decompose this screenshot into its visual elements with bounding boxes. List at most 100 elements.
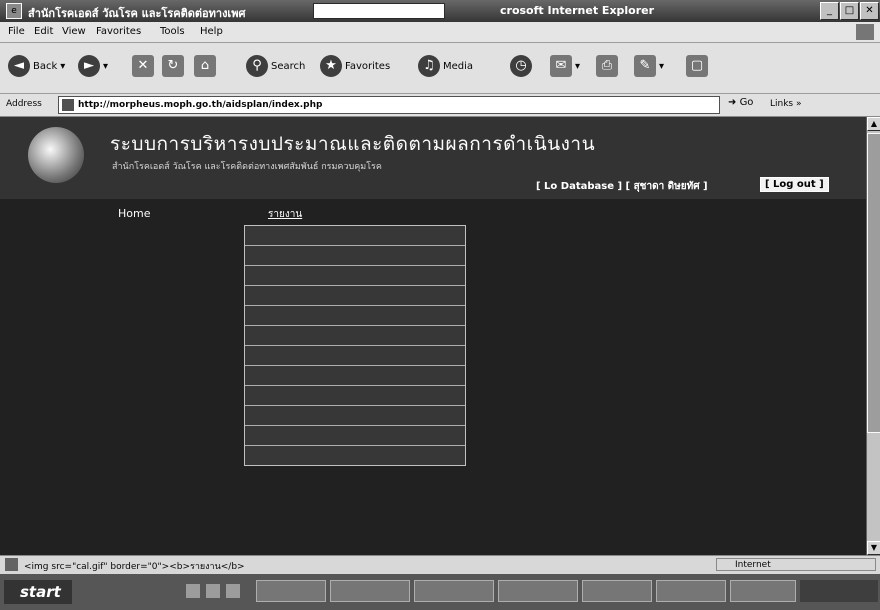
menu-item[interactable] [245, 266, 465, 286]
report-dropdown-menu [244, 225, 466, 466]
scroll-down-icon[interactable]: ▼ [867, 541, 880, 555]
media-icon: ♫ [418, 55, 440, 77]
edit-icon: ✎ [634, 55, 656, 77]
discuss-button[interactable]: ▢ [686, 51, 708, 81]
status-bar: <img src="cal.gif" border="0"><b>รายงาน<… [0, 555, 880, 574]
menu-help[interactable]: Help [200, 26, 223, 37]
toolbar: ◄ Back ▾ ► ▾ ✕ ↻ ⌂ ⚲ Search ★ Favorites … [0, 43, 880, 94]
forward-arrow-icon: ► [78, 55, 100, 77]
menu-item[interactable] [245, 326, 465, 346]
history-button[interactable]: ◷ [510, 51, 532, 81]
chevron-down-icon: ▾ [103, 60, 109, 72]
taskbar-button[interactable] [498, 580, 578, 602]
stop-icon: ✕ [132, 55, 154, 77]
mail-icon: ✉ [550, 55, 572, 77]
page-viewport: ระบบการบริหารงบประมาณและติดตามผลการดำเนิ… [0, 117, 866, 555]
favorites-button[interactable]: ★ Favorites [320, 51, 390, 81]
menu-edit[interactable]: Edit [34, 26, 53, 37]
mail-button[interactable]: ✉ ▾ [550, 51, 580, 81]
close-button[interactable]: ✕ [860, 2, 879, 20]
search-button[interactable]: ⚲ Search [246, 51, 305, 81]
refresh-button[interactable]: ↻ [162, 51, 184, 81]
refresh-icon: ↻ [162, 55, 184, 77]
menu-favorites[interactable]: Favorites [96, 26, 141, 37]
go-label: Go [739, 97, 754, 108]
chevron-down-icon: ▾ [60, 60, 66, 72]
links-label: Links [770, 99, 794, 109]
vertical-scrollbar[interactable]: ▲ ▼ [866, 117, 880, 555]
menu-item[interactable] [245, 366, 465, 386]
menu-file[interactable]: File [8, 26, 25, 37]
menu-bar: File Edit View Favorites Tools Help [0, 22, 880, 43]
page-status-icon [5, 558, 18, 571]
minimize-button[interactable]: _ [820, 2, 839, 20]
taskbar-button[interactable] [656, 580, 726, 602]
page-title: ระบบการบริหารงบประมาณและติดตามผลการดำเนิ… [110, 133, 596, 155]
logout-link[interactable]: [ Log out ] [760, 177, 829, 192]
address-input[interactable]: http://morpheus.moph.go.th/aidsplan/inde… [58, 96, 720, 114]
windows-logo-icon [856, 24, 874, 40]
nav-report-link[interactable]: รายงาน [268, 207, 302, 222]
site-logo [28, 127, 84, 183]
chevron-down-icon: ▾ [575, 60, 581, 72]
forward-button[interactable]: ► ▾ [78, 51, 108, 81]
page-subtitle: สำนักโรคเอดส์ วัณโรค และโรคติดต่อทางเพศส… [112, 162, 382, 172]
taskbar: start [0, 574, 880, 610]
back-button[interactable]: ◄ Back ▾ [8, 51, 65, 81]
search-label: Search [271, 60, 306, 72]
menu-item[interactable] [245, 246, 465, 266]
maximize-button[interactable]: □ [840, 2, 859, 20]
star-icon: ★ [320, 55, 342, 77]
user-info[interactable]: [ Lo Database ] [ สุชาดา ดิษยทัศ ] [536, 179, 708, 194]
quicklaunch-icon[interactable] [206, 584, 220, 598]
status-text: <img src="cal.gif" border="0"><b>รายงาน<… [24, 562, 245, 572]
taskbar-button[interactable] [730, 580, 796, 602]
title-overlay-box [313, 3, 445, 19]
media-label: Media [443, 60, 474, 72]
stop-button[interactable]: ✕ [132, 51, 154, 81]
zone-label: Internet [735, 560, 771, 570]
menu-item[interactable] [245, 226, 465, 246]
start-button[interactable]: start [4, 580, 72, 604]
menu-tools[interactable]: Tools [160, 26, 185, 37]
title-bar: e สำนักโรคเอดส์ วัณโรค และโรคติดต่อทางเพ… [0, 0, 880, 22]
back-label: Back [33, 60, 58, 72]
menu-item[interactable] [245, 306, 465, 326]
search-icon: ⚲ [246, 55, 268, 77]
back-arrow-icon: ◄ [8, 55, 30, 77]
favorites-label: Favorites [345, 60, 391, 72]
home-button[interactable]: ⌂ [194, 51, 216, 81]
printer-icon: ⎙ [596, 55, 618, 77]
home-icon: ⌂ [194, 55, 216, 77]
menu-item[interactable] [245, 286, 465, 306]
security-zone: Internet [716, 558, 876, 571]
quicklaunch-icon[interactable] [226, 584, 240, 598]
window-title-suffix: crosoft Internet Explorer [500, 4, 655, 17]
menu-item[interactable] [245, 386, 465, 406]
quicklaunch-icon[interactable] [186, 584, 200, 598]
menu-item[interactable] [245, 426, 465, 446]
nav-home-link[interactable]: Home [118, 207, 150, 220]
taskbar-button[interactable] [582, 580, 652, 602]
scroll-up-icon[interactable]: ▲ [867, 117, 880, 131]
menu-item[interactable] [245, 446, 465, 465]
address-url: http://morpheus.moph.go.th/aidsplan/inde… [78, 100, 323, 110]
window-title: สำนักโรคเอดส์ วัณโรค และโรคติดต่อทางเพศ [28, 7, 246, 20]
scroll-thumb[interactable] [867, 133, 880, 433]
taskbar-button[interactable] [256, 580, 326, 602]
edit-button[interactable]: ✎ ▾ [634, 51, 664, 81]
menu-item[interactable] [245, 406, 465, 426]
menu-view[interactable]: View [62, 26, 86, 37]
ie-icon[interactable]: e [6, 3, 22, 19]
chevron-down-icon: ▾ [659, 60, 665, 72]
go-button[interactable]: ➜ Go [728, 97, 753, 108]
system-tray [800, 580, 878, 602]
links-button[interactable]: Links » [770, 99, 802, 109]
taskbar-button[interactable] [414, 580, 494, 602]
taskbar-button[interactable] [330, 580, 410, 602]
site-banner: ระบบการบริหารงบประมาณและติดตามผลการดำเนิ… [0, 117, 866, 199]
menu-item[interactable] [245, 346, 465, 366]
print-button[interactable]: ⎙ [596, 51, 618, 81]
address-label: Address [6, 99, 42, 109]
media-button[interactable]: ♫ Media [418, 51, 473, 81]
